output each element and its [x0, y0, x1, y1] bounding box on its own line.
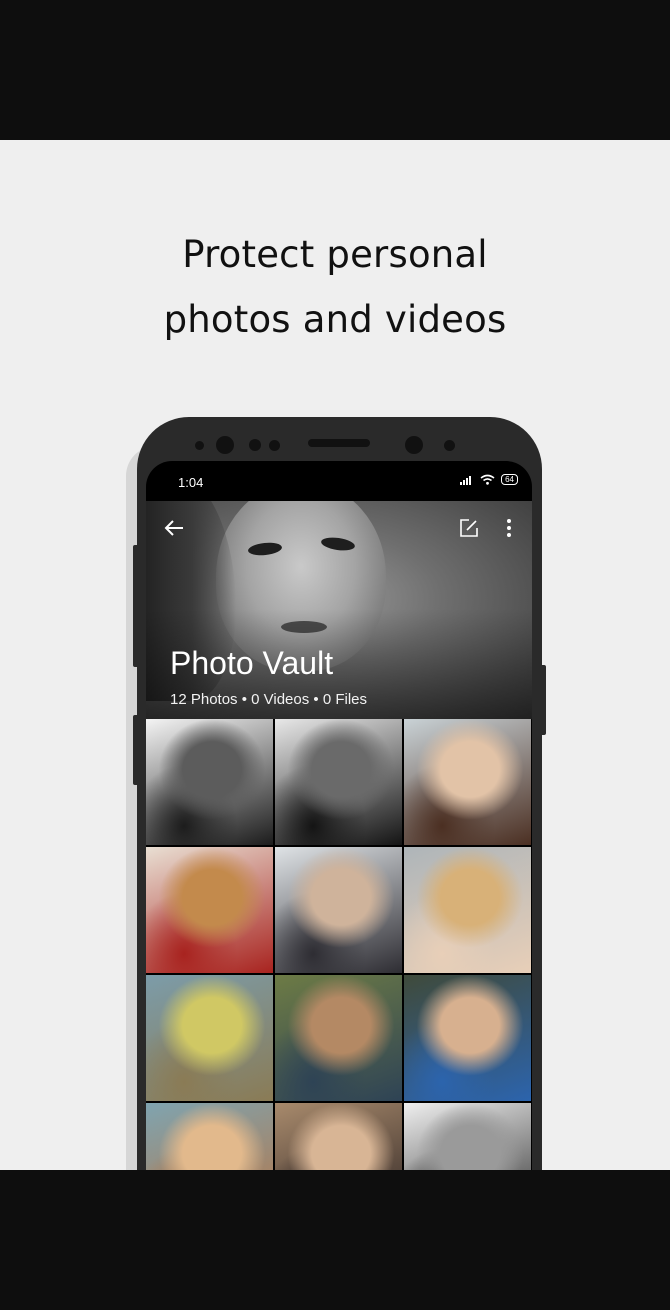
status-time: 1:04: [178, 475, 204, 490]
photo-thumbnail[interactable]: [404, 1103, 531, 1170]
bottom-black-bar: [0, 1170, 670, 1310]
phone-mockup: 1:04 64 Photo Vault 12 Photos • 0 Videos…: [133, 417, 546, 1170]
front-camera: [216, 436, 234, 454]
promo-headline: Protect personal photos and videos: [0, 222, 670, 352]
photo-thumbnail[interactable]: [275, 1103, 402, 1170]
photo-thumbnail[interactable]: [275, 719, 402, 845]
sensor-dot: [195, 441, 204, 450]
photo-thumbnail[interactable]: [146, 719, 273, 845]
sensor-dot: [269, 440, 280, 451]
arrow-left-icon: [164, 520, 183, 536]
signal-icon: [460, 475, 472, 485]
photo-thumbnail[interactable]: [146, 1103, 273, 1170]
album-title: Photo Vault: [170, 645, 334, 681]
sensor-dot: [249, 439, 261, 451]
top-black-bar: [0, 0, 670, 140]
phone-screen: 1:04 64 Photo Vault 12 Photos • 0 Videos…: [146, 461, 532, 1170]
album-cover: Photo Vault 12 Photos • 0 Videos • 0 Fil…: [146, 501, 532, 719]
edit-button[interactable]: [459, 518, 479, 543]
photo-thumbnail[interactable]: [146, 975, 273, 1101]
more-options-button[interactable]: [506, 518, 512, 543]
side-button-right: [542, 665, 546, 735]
status-icons: 64: [460, 474, 518, 485]
front-camera-2: [405, 436, 423, 454]
edit-square-icon: [460, 519, 478, 537]
photo-thumbnail[interactable]: [146, 847, 273, 973]
battery-icon: 64: [501, 474, 518, 485]
promo-stage: Protect personal photos and videos 1:04: [0, 140, 670, 1170]
album-summary: 12 Photos • 0 Videos • 0 Files: [170, 691, 368, 708]
status-bar: 1:04 64: [146, 461, 532, 501]
more-vertical-icon: [507, 519, 511, 537]
headline-line-1: Protect personal: [182, 233, 488, 276]
photo-thumbnail[interactable]: [404, 719, 531, 845]
headline-line-2: photos and videos: [163, 298, 507, 341]
wifi-icon: [480, 474, 495, 485]
side-button-left-1: [133, 545, 137, 667]
side-button-left-2: [133, 715, 137, 785]
back-button[interactable]: [164, 519, 184, 542]
photo-thumbnail[interactable]: [275, 975, 402, 1101]
photo-thumbnail[interactable]: [404, 847, 531, 973]
battery-level: 64: [505, 475, 514, 484]
photo-thumbnail[interactable]: [404, 975, 531, 1101]
photo-thumbnail[interactable]: [275, 847, 402, 973]
earpiece-speaker: [308, 439, 370, 447]
sensor-dot: [444, 440, 455, 451]
